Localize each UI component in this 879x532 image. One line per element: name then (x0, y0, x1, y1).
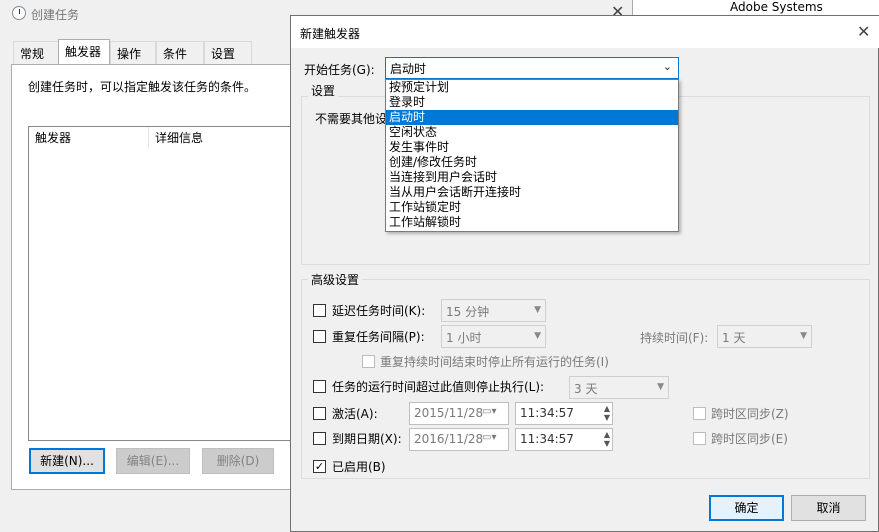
new-trigger-dialog: 新建触发器 ✕ 开始任务(G): 设置 不需要其他设 高级设置 延迟任务时间(K… (290, 15, 879, 532)
dialog-title: 新建触发器 (300, 27, 361, 41)
triggers-description: 创建任务时，可以指定触发该任务的条件。 (28, 80, 257, 94)
repeat-checkbox[interactable] (313, 330, 326, 343)
sync-timezone-2-checkbox[interactable] (693, 432, 706, 445)
expire-time: 11:34:57 (520, 432, 574, 446)
duration-dropdown[interactable]: 1 天 ▼ (717, 325, 812, 348)
chevron-down-icon: ⌄ (662, 60, 672, 73)
activate-date: 2015/11/28 (414, 406, 484, 420)
dropdown-option[interactable]: 当连接到用户会话时 (386, 170, 678, 185)
activate-label: 激活(A): (332, 407, 378, 421)
delete-trigger-button[interactable]: 删除(D) (202, 448, 274, 474)
expire-time-spinner[interactable]: 11:34:57 ▲ ▼ (515, 428, 613, 451)
repeat-label: 重复任务间隔(P): (332, 330, 425, 344)
activate-time: 11:34:57 (520, 406, 574, 420)
repeat-value: 1 小时 (446, 331, 482, 345)
expire-label: 到期日期(X): (332, 432, 402, 446)
calendar-icon[interactable]: ▭▾ (482, 406, 496, 417)
stop-all-label: 重复持续时间结束时停止所有运行的任务(I) (380, 355, 609, 369)
window-title: 创建任务 (31, 8, 80, 22)
stop-if-value: 3 天 (574, 382, 598, 396)
dropdown-option[interactable]: 工作站锁定时 (386, 200, 678, 215)
sync-timezone-1-checkbox[interactable] (693, 407, 706, 420)
chevron-down-icon: ▼ (800, 331, 807, 341)
delay-checkbox[interactable] (313, 304, 326, 317)
repeat-dropdown[interactable]: 1 小时 ▼ (441, 325, 546, 348)
stop-if-checkbox[interactable] (313, 380, 326, 393)
chevron-down-icon: ▼ (657, 382, 664, 392)
begin-task-dropdown-list: 按预定计划 登录时 启动时 空闲状态 发生事件时 创建/修改任务时 当连接到用户… (385, 79, 679, 232)
duration-label: 持续时间(F): (640, 331, 709, 345)
tab-triggers[interactable]: 触发器 (58, 39, 110, 65)
task-scheduler-icon (12, 6, 26, 20)
new-trigger-button[interactable]: 新建(N)... (29, 448, 105, 474)
enabled-label: 已启用(B) (332, 460, 386, 474)
dialog-titlebar: 新建触发器 ✕ (291, 16, 879, 48)
delay-value: 15 分钟 (446, 305, 490, 319)
sync-timezone-2-label: 跨时区同步(E) (711, 432, 788, 446)
activate-time-spinner[interactable]: 11:34:57 ▲ ▼ (515, 402, 613, 425)
dropdown-option[interactable]: 按预定计划 (386, 80, 678, 95)
spinner-arrows-icon[interactable]: ▲ ▼ (604, 404, 610, 422)
spinner-arrows-icon[interactable]: ▲ ▼ (604, 430, 610, 448)
column-header-trigger[interactable]: 触发器 (29, 127, 149, 149)
sync-timezone-1-label: 跨时区同步(Z) (711, 407, 789, 421)
dropdown-option[interactable]: 当从用户会话断开连接时 (386, 185, 678, 200)
activate-date-picker[interactable]: 2015/11/28 ▭▾ (409, 402, 509, 425)
cancel-button[interactable]: 取消 (791, 495, 866, 521)
settings-group-label: 设置 (308, 82, 339, 99)
begin-task-combobox[interactable]: 启动时 ⌄ (385, 57, 679, 79)
enabled-checkbox[interactable]: ✓ (313, 460, 326, 473)
screen: Adobe Systems Incorpora 创建任务 ✕ 常规 触发器 操作… (0, 0, 879, 532)
dropdown-option-selected[interactable]: 启动时 (386, 110, 678, 125)
advanced-settings-label: 高级设置 (308, 271, 363, 288)
stop-all-checkbox[interactable] (362, 355, 375, 368)
duration-value: 1 天 (722, 331, 746, 345)
tab-general[interactable]: 常规 (13, 41, 59, 64)
dropdown-option[interactable]: 空闲状态 (386, 125, 678, 140)
begin-task-label: 开始任务(G): (304, 63, 375, 77)
delay-dropdown[interactable]: 15 分钟 ▼ (441, 299, 546, 322)
stop-if-label: 任务的运行时间超过此值则停止执行(L): (332, 380, 545, 394)
calendar-icon[interactable]: ▭▾ (482, 432, 496, 443)
begin-task-value: 启动时 (390, 62, 427, 76)
tab-settings[interactable]: 设置 (204, 41, 252, 64)
dropdown-option[interactable]: 工作站解锁时 (386, 215, 678, 230)
dropdown-option[interactable]: 创建/修改任务时 (386, 155, 678, 170)
dropdown-option[interactable]: 登录时 (386, 95, 678, 110)
expire-date-picker[interactable]: 2016/11/28 ▭▾ (409, 428, 509, 451)
stop-if-dropdown[interactable]: 3 天 ▼ (569, 376, 669, 399)
dialog-close-icon[interactable]: ✕ (857, 22, 870, 41)
dropdown-option[interactable]: 发生事件时 (386, 140, 678, 155)
chevron-down-icon: ▼ (534, 305, 541, 315)
triggers-list[interactable]: 触发器 详细信息 (28, 126, 318, 441)
settings-text: 不需要其他设 (315, 112, 388, 126)
chevron-down-icon: ▼ (534, 331, 541, 341)
edit-trigger-button[interactable]: 编辑(E)... (116, 448, 190, 474)
activate-checkbox[interactable] (313, 407, 326, 420)
expire-date: 2016/11/28 (414, 432, 484, 446)
delay-label: 延迟任务时间(K): (332, 304, 426, 318)
ok-button[interactable]: 确定 (709, 495, 784, 521)
expire-checkbox[interactable] (313, 432, 326, 445)
tab-actions[interactable]: 操作 (110, 41, 156, 64)
tab-conditions[interactable]: 条件 (156, 41, 204, 64)
